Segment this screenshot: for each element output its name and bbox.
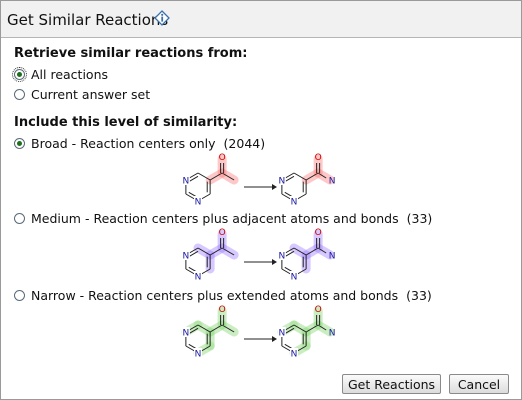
radio-button[interactable] <box>12 66 27 82</box>
reaction-count: (33) <box>406 287 432 303</box>
nitrogen-atom-label: N <box>183 329 190 339</box>
nitrogen-atom-label: N <box>329 252 336 262</box>
nitrogen-atom-label: N <box>291 198 298 208</box>
radio-button[interactable] <box>14 137 25 149</box>
info-icon[interactable] <box>154 10 170 26</box>
medium-reaction-diagram: N N O N N O N <box>181 228 336 283</box>
reaction-arrow <box>244 336 277 342</box>
narrow-reaction-diagram: N N O N N O N <box>181 305 336 360</box>
nitrogen-atom-label: N <box>291 273 298 283</box>
nitrogen-atom-label: N <box>195 350 202 360</box>
oxygen-atom-label: O <box>219 153 226 163</box>
dialog-title: Get Similar Reactions <box>7 11 169 29</box>
get-reactions-button[interactable]: Get Reactions <box>342 374 441 394</box>
nitrogen-atom-label: N <box>329 177 336 187</box>
molecule-structure: N N O <box>181 153 239 208</box>
radio-current-answer-set[interactable]: Current answer set <box>14 86 150 102</box>
get-similar-reactions-dialog: Get Similar Reactions Retrieve similar r… <box>0 0 522 400</box>
nitrogen-atom-label: N <box>329 329 336 339</box>
oxygen-atom-label: O <box>219 228 226 238</box>
radio-all-reactions[interactable]: All reactions <box>12 66 109 82</box>
nitrogen-atom-label: N <box>195 198 202 208</box>
broad-reaction-diagram: N N O N N O N <box>181 153 336 208</box>
dialog-titlebar: Get Similar Reactions <box>1 1 521 38</box>
molecule-structure: N N O N <box>277 153 336 208</box>
nitrogen-atom-label: N <box>183 177 190 187</box>
similarity-heading: Include this level of similarity: <box>14 115 238 130</box>
reaction-count: (2044) <box>223 135 266 151</box>
retrieve-heading: Retrieve similar reactions from: <box>14 46 248 61</box>
radio-button[interactable] <box>14 88 25 100</box>
molecule-structure: N N O N <box>277 228 336 283</box>
nitrogen-atom-label: N <box>279 252 286 262</box>
molecule-structure: N N O N <box>277 305 336 360</box>
nitrogen-atom-label: N <box>291 350 298 360</box>
radio-button[interactable] <box>14 212 25 224</box>
nitrogen-atom-label: N <box>279 329 286 339</box>
radio-broad[interactable]: Broad - Reaction centers only (2044) <box>14 135 265 151</box>
nitrogen-atom-label: N <box>195 273 202 283</box>
oxygen-atom-label: O <box>315 228 322 238</box>
oxygen-atom-label: O <box>219 305 226 315</box>
oxygen-atom-label: O <box>315 153 322 163</box>
radio-narrow[interactable]: Narrow - Reaction centers plus extended … <box>14 287 432 303</box>
reaction-count: (33) <box>406 210 433 226</box>
option-label: Current answer set <box>31 86 151 102</box>
radio-button[interactable] <box>14 289 25 301</box>
molecule-structure: N N O <box>181 228 239 283</box>
nitrogen-atom-label: N <box>183 252 190 262</box>
option-label: Narrow - Reaction centers plus extended … <box>31 287 399 303</box>
option-label: Broad - Reaction centers only <box>31 135 216 151</box>
reaction-arrow <box>244 259 277 265</box>
option-label: All reactions <box>31 66 109 82</box>
radio-medium[interactable]: Medium - Reaction centers plus adjacent … <box>14 210 432 226</box>
cancel-button[interactable]: Cancel <box>449 374 509 394</box>
molecule-structure: N N O <box>181 305 239 360</box>
reaction-arrow <box>244 184 277 190</box>
option-label: Medium - Reaction centers plus adjacent … <box>31 210 399 226</box>
oxygen-atom-label: O <box>315 305 322 315</box>
nitrogen-atom-label: N <box>279 177 286 187</box>
